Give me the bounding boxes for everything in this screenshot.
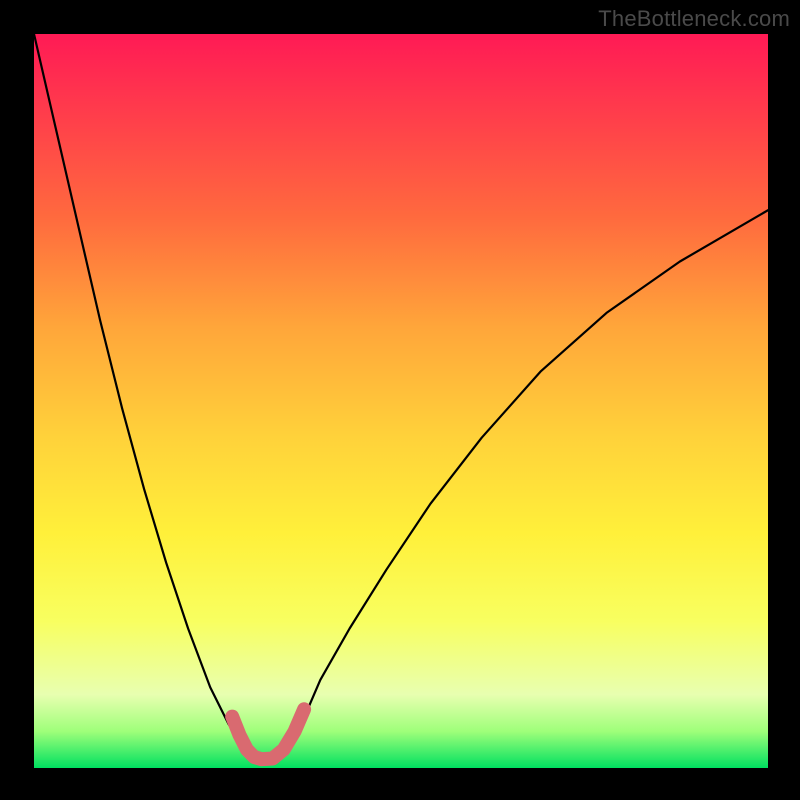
highlight-segment (232, 709, 304, 759)
curve-layer (34, 34, 768, 768)
watermark-text: TheBottleneck.com (598, 6, 790, 32)
chart-frame: TheBottleneck.com (0, 0, 800, 800)
plot-area (34, 34, 768, 768)
main-curve (34, 34, 768, 761)
